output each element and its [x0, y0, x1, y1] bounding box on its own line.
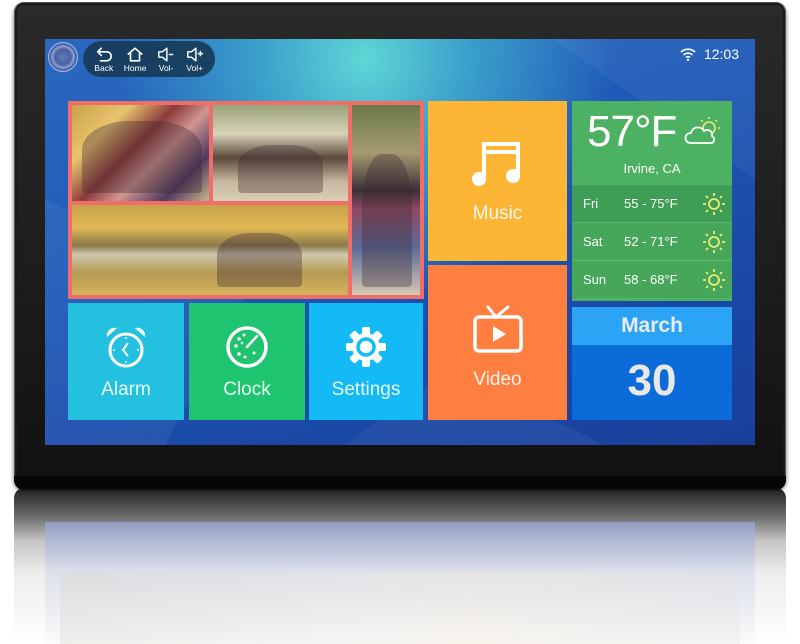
- calendar-day: 30: [572, 345, 732, 420]
- screen: Back Home Vol- Vol+ 12:03 Music Video Al…: [45, 39, 755, 445]
- mother-daughter-photo: [352, 105, 420, 295]
- forecast-row: Sun 58 - 68°F: [572, 260, 732, 298]
- weather-current: 57°F Irvine, CA: [572, 101, 732, 184]
- alarm-tile[interactable]: Alarm: [68, 303, 184, 420]
- forecast-day: Sun: [583, 272, 607, 287]
- assistive-touch-button[interactable]: [48, 42, 78, 72]
- volume-up-label: Vol+: [186, 62, 204, 73]
- sun-icon: [703, 268, 725, 291]
- family-lakeside-photo: [72, 205, 348, 295]
- volume-down-label: Vol-: [158, 62, 174, 73]
- back-arrow-icon: [96, 46, 112, 62]
- settings-tile[interactable]: Settings: [309, 303, 423, 420]
- back-button[interactable]: Back: [94, 46, 113, 73]
- photo-reflection: [60, 572, 740, 644]
- status-bar: 12:03: [680, 46, 739, 62]
- forecast-range: 52 - 71°F: [624, 234, 678, 249]
- calendar-widget[interactable]: March 30: [572, 307, 732, 420]
- video-tile[interactable]: Video: [428, 265, 567, 420]
- volume-down-icon: [158, 46, 174, 62]
- weather-widget[interactable]: 57°F Irvine, CA Fri 55 - 75°F Sat 52 - 7…: [572, 101, 732, 301]
- wifi-icon: [680, 48, 696, 61]
- people-figure: [217, 233, 302, 287]
- forecast-row: Sat 52 - 71°F: [572, 222, 732, 260]
- tv-play-icon: [472, 305, 523, 353]
- gear-icon: [346, 327, 386, 367]
- sun-icon: [703, 192, 725, 215]
- clock-label: Clock: [223, 379, 271, 400]
- partly-cloudy-icon: [684, 117, 720, 144]
- family-portrait-photo: [72, 105, 209, 201]
- volume-up-icon: [186, 46, 203, 62]
- weather-location: Irvine, CA: [623, 161, 681, 176]
- home-button[interactable]: Home: [123, 46, 147, 73]
- volume-up-button[interactable]: Vol+: [186, 46, 204, 73]
- forecast-row: Fri 55 - 75°F: [572, 184, 732, 222]
- settings-label: Settings: [331, 379, 401, 400]
- home-icon: [127, 46, 143, 62]
- people-figure: [82, 121, 202, 193]
- sun-icon: [703, 230, 725, 253]
- photo-slideshow-tile[interactable]: [68, 101, 424, 299]
- alarm-label: Alarm: [101, 379, 151, 400]
- people-figure: [362, 154, 412, 287]
- home-label: Home: [123, 62, 147, 73]
- clock-tile[interactable]: Clock: [189, 303, 305, 420]
- volume-down-button[interactable]: Vol-: [157, 46, 175, 73]
- people-figure: [238, 145, 323, 193]
- music-label: Music: [472, 203, 523, 224]
- navigation-bar: Back Home Vol- Vol+: [83, 41, 215, 77]
- forecast-day: Fri: [583, 196, 599, 211]
- current-temperature: 57°F: [587, 107, 677, 156]
- forecast-day: Sat: [583, 234, 603, 249]
- music-note-icon: [471, 142, 520, 186]
- forecast-range: 58 - 68°F: [624, 272, 678, 287]
- video-label: Video: [473, 369, 522, 390]
- forecast-range: 55 - 75°F: [624, 196, 678, 211]
- family-walk-photo: [213, 105, 348, 201]
- clock-dial-icon: [226, 326, 268, 368]
- calendar-month: March: [572, 307, 732, 345]
- music-tile[interactable]: Music: [428, 101, 567, 261]
- back-label: Back: [94, 62, 114, 73]
- alarm-clock-icon: [106, 327, 146, 368]
- status-time: 12:03: [703, 46, 739, 62]
